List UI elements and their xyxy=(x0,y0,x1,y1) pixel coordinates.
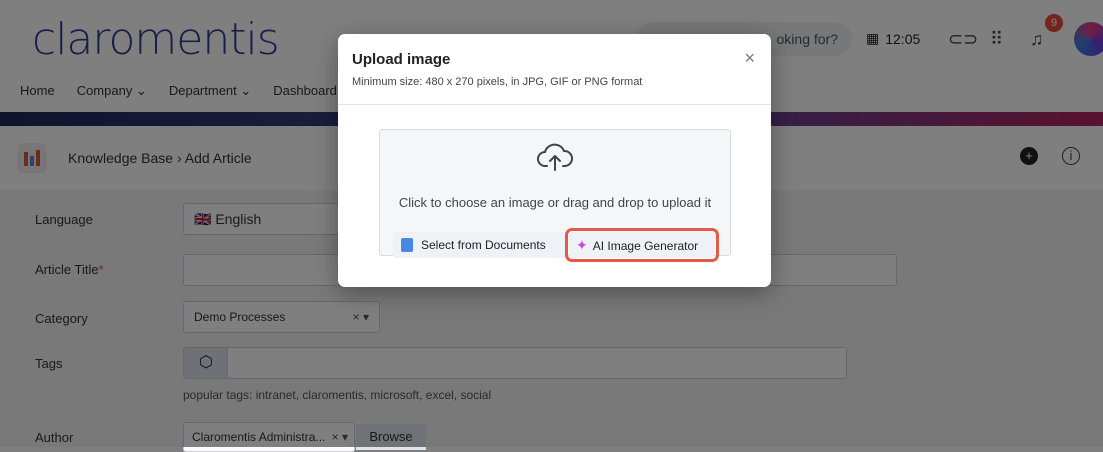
dialog-divider xyxy=(338,104,771,105)
ai-image-generator-label: AI Image Generator xyxy=(592,239,699,253)
dialog-subtitle: Minimum size: 480 x 270 pixels, in JPG, … xyxy=(352,76,643,88)
dropzone-text: Click to choose an image or drag and dro… xyxy=(398,195,712,210)
document-icon xyxy=(401,237,413,252)
cloud-upload-icon xyxy=(537,143,573,171)
dialog-title: Upload image xyxy=(352,51,451,68)
upload-image-dialog: Upload image Minimum size: 480 x 270 pix… xyxy=(338,34,771,287)
select-from-documents-label: Select from Documents xyxy=(421,238,546,252)
sparkle-icon: ✦ xyxy=(576,237,588,253)
ai-image-generator-button[interactable]: ✦ AI Image Generator xyxy=(565,228,719,262)
select-from-documents-button[interactable]: Select from Documents xyxy=(393,232,566,258)
close-icon[interactable]: × xyxy=(744,48,755,69)
